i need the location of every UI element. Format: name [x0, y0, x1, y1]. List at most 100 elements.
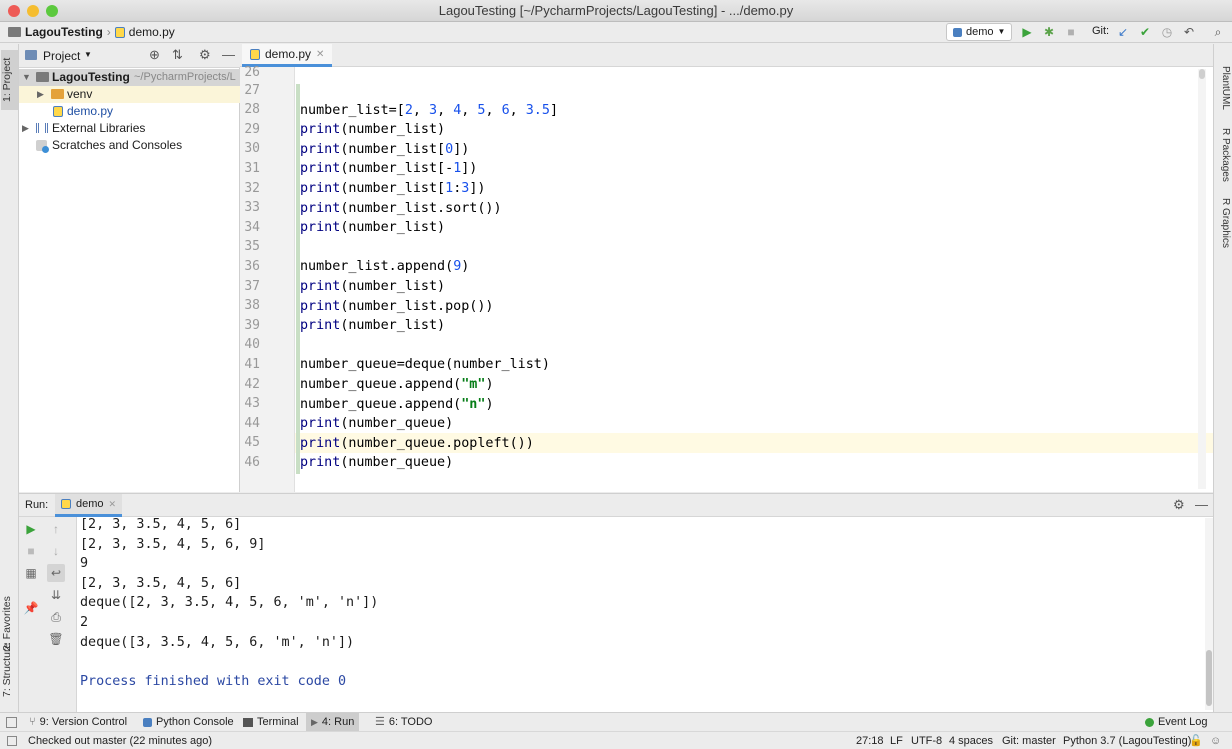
hide-panel-icon[interactable]: —: [222, 47, 235, 62]
code-line[interactable]: number_queue=deque(number_list): [300, 357, 550, 372]
expand-arrow-icon[interactable]: ▶: [22, 120, 29, 137]
status-panel-icon[interactable]: [7, 736, 17, 746]
code-line[interactable]: print(number_list): [300, 318, 445, 333]
scroll-down-icon[interactable]: ↓: [47, 542, 65, 560]
inspector-icon[interactable]: ☺: [1210, 732, 1221, 749]
expand-arrow-icon[interactable]: ▶: [37, 86, 44, 103]
code-line[interactable]: print(number_list.pop()): [300, 299, 494, 314]
run-tool-tab[interactable]: ▶ 4: Run: [306, 713, 360, 732]
editor-scrollbar[interactable]: [1198, 69, 1206, 489]
gear-icon[interactable]: ⚙: [1173, 497, 1185, 513]
code-line[interactable]: print(number_queue): [300, 455, 453, 470]
tree-item-scratches[interactable]: Scratches and Consoles: [19, 137, 240, 154]
pin-icon[interactable]: 📌: [22, 599, 40, 617]
close-icon[interactable]: ✕: [316, 49, 324, 60]
rerun-icon[interactable]: ▶: [22, 520, 40, 538]
code-line[interactable]: number_list=[2, 3, 4, 5, 6, 3.5]: [300, 103, 558, 118]
scroll-to-end-icon[interactable]: ⇊: [47, 586, 65, 604]
version-control-tab[interactable]: ⑂ 9: Version Control: [24, 713, 132, 732]
python-file-icon: [250, 48, 260, 60]
chevron-down-icon[interactable]: ▼: [84, 50, 92, 59]
git-branch[interactable]: Git: master: [1002, 732, 1056, 749]
collapse-all-icon[interactable]: ⇅: [172, 47, 183, 63]
maximize-window-button[interactable]: [46, 5, 58, 17]
status-message[interactable]: Checked out master (22 minutes ago): [28, 732, 212, 749]
editor-tab-demo-py[interactable]: demo.py ✕: [242, 44, 333, 67]
print-icon[interactable]: ⎙: [47, 608, 65, 626]
soft-wrap-icon[interactable]: ↩: [47, 564, 65, 582]
indent-setting[interactable]: 4 spaces: [949, 732, 993, 749]
hide-panel-icon[interactable]: —: [1195, 497, 1208, 512]
search-icon[interactable]: ⌕: [1209, 24, 1227, 40]
project-view-label[interactable]: Project: [43, 49, 80, 63]
output-scrollbar-thumb[interactable]: [1206, 650, 1212, 706]
expand-arrow-icon[interactable]: ▼: [22, 69, 31, 86]
terminal-tab[interactable]: Terminal: [238, 713, 304, 732]
git-commit-icon[interactable]: ✔: [1136, 24, 1154, 40]
python-console-tab[interactable]: Python Console: [138, 713, 239, 732]
toggle-tool-windows-icon[interactable]: [6, 717, 17, 728]
code-line[interactable]: print(number_queue.popleft()): [300, 436, 534, 451]
line-separator[interactable]: LF: [890, 732, 903, 749]
git-update-icon[interactable]: ↙: [1114, 24, 1132, 40]
breadcrumb-project[interactable]: LagouTesting: [25, 25, 103, 39]
output-scrollbar[interactable]: [1205, 518, 1213, 710]
tree-item-external-libraries[interactable]: ▶ External Libraries: [19, 120, 240, 137]
code-line[interactable]: number_queue.append("m"): [300, 377, 494, 392]
event-log-tab[interactable]: Event Log: [1140, 713, 1213, 732]
line-number: 39: [244, 318, 260, 333]
status-bar: Checked out master (22 minutes ago) 27:1…: [0, 731, 1232, 749]
run-tab-demo[interactable]: demo ✕: [55, 494, 123, 517]
debug-icon[interactable]: ✱: [1040, 24, 1058, 40]
code-line[interactable]: print(number_list): [300, 122, 445, 137]
tree-item-venv[interactable]: ▶ venv: [19, 86, 240, 103]
chevron-down-icon: ▼: [997, 27, 1006, 36]
output-line: [2, 3, 3.5, 4, 5, 6]: [80, 576, 242, 591]
python-file-icon: [114, 26, 125, 38]
output-line: deque([3, 3.5, 4, 5, 6, 'm', 'n']): [80, 635, 355, 650]
tree-item-root[interactable]: ▼ LagouTesting ~/PycharmProjects/L: [19, 69, 240, 86]
code-line[interactable]: print(number_queue): [300, 416, 453, 431]
code-line[interactable]: print(number_list[1:3]): [300, 181, 485, 196]
run-tab-label: demo: [76, 498, 104, 510]
output-line: [2, 3, 3.5, 4, 5, 6]: [80, 517, 242, 532]
tree-item-demo-py[interactable]: demo.py: [19, 103, 240, 120]
plantuml-tool-tab[interactable]: PlantUML: [1216, 66, 1231, 110]
run-config-select[interactable]: demo ▼: [946, 23, 1012, 41]
history-icon[interactable]: ◷: [1158, 24, 1176, 40]
close-icon[interactable]: ✕: [109, 499, 117, 510]
scroll-up-icon[interactable]: ↑: [47, 520, 65, 538]
tab-label: Terminal: [257, 716, 299, 728]
r-packages-tool-tab[interactable]: R Packages: [1216, 128, 1231, 182]
breadcrumb-file[interactable]: demo.py: [129, 25, 175, 39]
stop-icon[interactable]: ■: [1062, 24, 1080, 40]
code-line[interactable]: print(number_list[0]): [300, 142, 469, 157]
close-window-button[interactable]: [8, 5, 20, 17]
code-line[interactable]: print(number_list): [300, 220, 445, 235]
editor-scrollbar-thumb[interactable]: [1199, 69, 1205, 79]
python-interpreter[interactable]: Python 3.7 (LagouTesting): [1063, 732, 1191, 749]
file-encoding[interactable]: UTF-8: [911, 732, 942, 749]
project-view-icon: [25, 50, 37, 60]
gear-icon[interactable]: ⚙: [199, 47, 211, 63]
todo-tab[interactable]: ☰ 6: TODO: [370, 713, 437, 732]
code-line[interactable]: number_list.append(9): [300, 259, 469, 274]
locate-icon[interactable]: ⊕: [149, 47, 160, 63]
code-line[interactable]: print(number_list.sort()): [300, 201, 502, 216]
navigation-bar: LagouTesting › demo.py demo ▼ ▶ ✱ ■ Git:…: [0, 22, 1232, 43]
trash-icon[interactable]: 🗑: [47, 630, 65, 648]
lock-icon[interactable]: 🔓: [1189, 732, 1203, 749]
r-graphics-tool-tab[interactable]: R Graphics: [1216, 198, 1231, 248]
minimize-window-button[interactable]: [27, 5, 39, 17]
code-line[interactable]: print(number_list): [300, 279, 445, 294]
code-line[interactable]: number_queue.append("n"): [300, 397, 494, 412]
run-icon[interactable]: ▶: [1018, 24, 1036, 40]
layout-icon[interactable]: ▦: [22, 564, 40, 582]
line-number: 38: [244, 298, 260, 313]
rollback-icon[interactable]: ↶: [1180, 24, 1198, 40]
stop-icon[interactable]: ■: [22, 542, 40, 560]
structure-tool-tab[interactable]: 7: Structure: [1, 639, 18, 701]
project-tool-tab[interactable]: 1: Project: [1, 50, 18, 110]
caret-position[interactable]: 27:18: [856, 732, 884, 749]
code-line[interactable]: print(number_list[-1]): [300, 161, 477, 176]
